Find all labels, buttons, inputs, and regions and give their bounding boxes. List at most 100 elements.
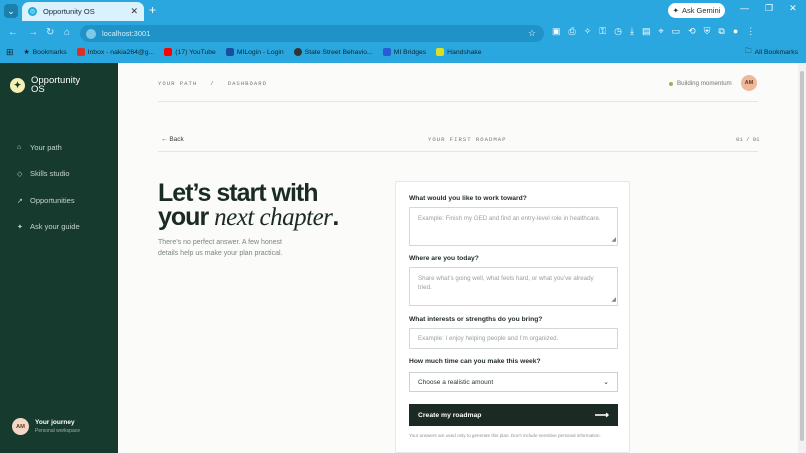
bookmark-item[interactable]: ★ Bookmarks <box>23 48 67 57</box>
current-situation-field[interactable]: Share what’s going well, what feels hard… <box>409 267 618 306</box>
bookmark-label: (17) YouTube <box>175 48 216 56</box>
title-line-2: your <box>158 203 209 231</box>
window-controls: — ❐ ✕ <box>740 3 797 14</box>
create-roadmap-label: Create my roadmap <box>418 411 482 419</box>
sidebar-item-label: Your path <box>30 143 62 152</box>
payment-card-icon[interactable]: ▭ <box>672 26 681 37</box>
section-divider <box>158 151 758 152</box>
journey-subtitle: Personal workspace <box>35 428 81 434</box>
time-select[interactable]: Choose a realistic amount ⌄ <box>409 372 618 392</box>
minimize-icon[interactable]: — <box>740 3 749 14</box>
site-favicon-icon: ◎ <box>28 7 37 16</box>
active-tab[interactable]: ◎ Opportunity OS ✕ <box>22 2 144 21</box>
goal-field[interactable]: Example: Finish my GED and find an entry… <box>409 207 618 246</box>
back-nav-icon[interactable]: ← <box>8 27 18 38</box>
back-label: Back <box>169 136 184 143</box>
bookmark-label: MI Bridges <box>393 48 427 56</box>
create-roadmap-button[interactable]: Create my roadmap ⟶ <box>409 404 618 426</box>
tab-search-button[interactable]: ⌄ <box>4 4 18 18</box>
bookmark-item[interactable]: State Street Behavio... <box>293 48 373 56</box>
title-line-1: Let’s start with <box>158 179 319 207</box>
header-divider <box>158 101 758 102</box>
sync-icon[interactable]: ⟲ <box>688 26 696 37</box>
reading-list-icon[interactable]: ▤ <box>642 26 651 37</box>
forward-nav-icon[interactable]: → <box>28 27 38 38</box>
history-icon[interactable]: ◷ <box>614 26 622 37</box>
extensions-icon[interactable]: ⧉ <box>718 26 724 37</box>
user-journey[interactable]: AM Your journey Personal workspace <box>12 418 80 435</box>
milogin-icon <box>225 48 234 56</box>
strengths-field[interactable]: Example: I enjoy helping people and I’m … <box>409 328 618 349</box>
main-content: YOUR PATH / DASHBOARD Building momentum … <box>118 63 798 453</box>
apps-grid-icon[interactable]: ⊞ <box>6 47 14 58</box>
url-field[interactable]: localhost:3001 ☆ <box>80 25 544 42</box>
maximize-icon[interactable]: ❐ <box>765 3 773 14</box>
mi-bridges-icon <box>382 48 391 56</box>
title-emphasis: next chapter <box>214 204 333 231</box>
url-text: localhost:3001 <box>102 29 151 38</box>
bookmark-item[interactable]: Handshake <box>436 48 482 56</box>
resize-handle-icon[interactable]: ◢ <box>611 296 616 305</box>
back-button[interactable]: ← Back <box>161 136 184 143</box>
sidebar-item-opportunities[interactable]: ↗ Opportunities <box>17 196 75 205</box>
chevron-down-icon: ⌄ <box>603 379 609 386</box>
arrow-up-right-icon: ↗ <box>17 197 23 205</box>
ask-gemini-label: Ask Gemini <box>681 6 721 15</box>
print-icon[interactable]: ⎙ <box>569 26 576 37</box>
sidebar-item-label: Ask your guide <box>30 222 80 231</box>
sidebar: ✦ Opportunity OS ⌂ Your path ◇ Skills stud… <box>0 63 118 453</box>
sidebar-item-label: Opportunities <box>30 196 75 205</box>
roadmap-form: What would you like to work toward? Exam… <box>395 181 630 453</box>
sidebar-item-your-path[interactable]: ⌂ Your path <box>17 143 62 152</box>
brand-name: Opportunity OS <box>31 75 81 95</box>
avatar[interactable]: AM <box>741 75 757 91</box>
sidebar-item-ask-your-guide[interactable]: ✦ Ask your guide <box>17 222 80 231</box>
bookmarks-bar: ⊞ ★ Bookmarks Inbox - nakia264@g... (17) … <box>0 44 806 60</box>
home-icon[interactable]: ⌂ <box>64 27 70 38</box>
globe-icon <box>293 48 302 56</box>
time-label: How much time can you make this week? <box>409 358 541 365</box>
bookmark-item[interactable]: (17) YouTube <box>164 48 216 56</box>
translate-icon[interactable]: ▣ <box>552 26 561 37</box>
site-info-icon[interactable] <box>86 28 96 39</box>
sidebar-item-label: Skills studio <box>30 169 70 178</box>
address-bar-row: ← → ↻ ⌂ localhost:3001 ☆ ▣ ⎙ ✧ ⚿ ◷ ⤓ ▤ ⌖… <box>0 23 806 43</box>
brand-logo[interactable]: ✦ Opportunity OS <box>10 76 81 94</box>
bookmark-item[interactable]: MI Bridges <box>382 48 427 56</box>
step-counter: 01 / 01 <box>736 136 760 143</box>
bookmark-item[interactable]: Inbox - nakia264@g... <box>76 48 155 56</box>
more-menu-icon[interactable]: ⋮ <box>746 26 755 37</box>
current-situation-placeholder: Share what’s going well, what feels hard… <box>418 275 594 291</box>
password-key-icon[interactable]: ⚿ <box>599 26 606 37</box>
sidebar-item-skills-studio[interactable]: ◇ Skills studio <box>17 169 70 178</box>
brand-mark-icon: ✦ <box>10 77 25 93</box>
bookmark-item[interactable]: MILogin - Login <box>225 48 284 56</box>
bookmark-label: Inbox - nakia264@g... <box>87 48 155 56</box>
location-icon[interactable]: ⌖ <box>658 26 663 37</box>
extension-star-icon[interactable]: ✧ <box>584 26 592 37</box>
folder-icon: 🗀 <box>744 48 752 55</box>
ask-gemini-button[interactable]: ✦ Ask Gemini <box>668 3 725 18</box>
close-window-icon[interactable]: ✕ <box>789 3 797 14</box>
scrollbar[interactable] <box>798 63 806 453</box>
close-tab-icon[interactable]: ✕ <box>130 6 138 17</box>
youtube-icon <box>164 48 173 56</box>
new-tab-button[interactable]: + <box>149 3 156 17</box>
bookmark-star-icon[interactable]: ☆ <box>528 28 536 39</box>
reload-icon[interactable]: ↻ <box>46 27 54 38</box>
section-title: YOUR FIRST ROADMAP <box>428 136 507 143</box>
status-badge: Building momentum <box>669 80 732 87</box>
title-period: . <box>332 203 339 231</box>
tab-strip: ⌄ ◎ Opportunity OS ✕ + ✦ Ask Gemini — ❐ ✕ <box>0 0 806 21</box>
bookmark-star-icon: ★ <box>23 49 30 56</box>
resize-handle-icon[interactable]: ◢ <box>611 236 616 245</box>
profile-icon[interactable]: ● <box>733 26 738 37</box>
bookmark-label: MILogin - Login <box>236 48 284 56</box>
all-bookmarks-button[interactable]: 🗀 All Bookmarks <box>745 47 798 58</box>
download-icon[interactable]: ⤓ <box>630 26 634 37</box>
tab-title: Opportunity OS <box>43 7 95 16</box>
shield-icon[interactable]: ⛨ <box>704 26 711 37</box>
breadcrumb: YOUR PATH / DASHBOARD <box>158 80 267 87</box>
scrollbar-thumb[interactable] <box>800 71 804 441</box>
arrow-right-icon: ⟶ <box>594 409 609 421</box>
